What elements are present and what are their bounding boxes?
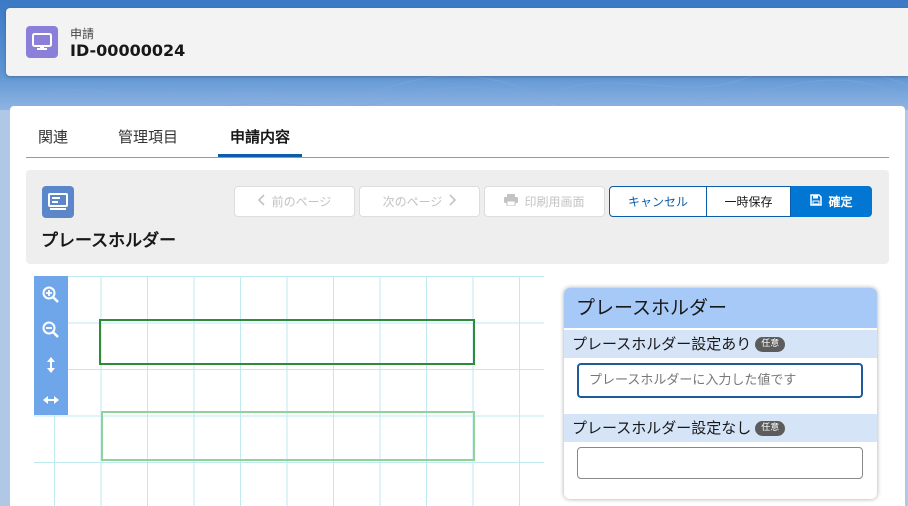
form-icon: [42, 186, 74, 218]
temporary-save-button[interactable]: 一時保存: [707, 186, 791, 217]
cancel-button[interactable]: キャンセル: [609, 186, 707, 217]
canvas-field-without-placeholder[interactable]: [101, 411, 475, 461]
zoom-toolbar: [34, 276, 68, 415]
monitor-icon: [26, 26, 58, 58]
chevron-left-icon: [257, 194, 266, 209]
canvas-field-with-placeholder[interactable]: [99, 319, 475, 365]
record-header: 申請 ID-00000024: [6, 8, 908, 76]
panel-title: プレースホルダー: [41, 231, 177, 251]
tab-application-content[interactable]: 申請内容: [218, 120, 303, 157]
zoom-out-icon[interactable]: [41, 319, 61, 341]
printer-icon: [504, 194, 519, 209]
confirm-button[interactable]: 確定: [791, 186, 872, 217]
print-view-button[interactable]: 印刷用画面: [484, 186, 605, 217]
tab-related[interactable]: 関連: [26, 120, 80, 157]
action-button-group: キャンセル 一時保存 確定: [609, 186, 872, 217]
optional-badge: 任意: [755, 420, 786, 436]
field-label-text: プレースホルダー設定なし: [572, 419, 752, 437]
prev-page-button[interactable]: 前のページ: [234, 186, 355, 217]
fit-width-icon[interactable]: [41, 389, 61, 411]
form-toolbar-panel: プレースホルダー 前のページ 次のページ 印刷用画面 キャンセル 一時保存 確定: [26, 170, 889, 264]
fit-height-icon[interactable]: [41, 354, 61, 376]
field-label-with-placeholder: プレースホルダー設定あり 任意: [564, 330, 877, 358]
save-icon: [810, 194, 823, 209]
prev-page-label: 前のページ: [271, 195, 332, 209]
designer-canvas[interactable]: [34, 276, 544, 506]
chevron-right-icon: [448, 194, 457, 209]
tab-management-items[interactable]: 管理項目: [106, 120, 190, 157]
next-page-button[interactable]: 次のページ: [359, 186, 480, 217]
optional-badge: 任意: [755, 336, 786, 352]
record-object-type: 申請: [70, 27, 95, 41]
field-label-text: プレースホルダー設定あり: [572, 335, 752, 353]
preview-panel: プレースホルダー プレースホルダー設定あり 任意 プレースホルダーに入力した値で…: [564, 288, 877, 499]
confirm-label: 確定: [828, 195, 853, 209]
record-name: ID-00000024: [70, 41, 186, 60]
next-page-label: 次のページ: [382, 195, 443, 209]
input-placeholder-text: プレースホルダーに入力した値です: [589, 373, 797, 388]
placeholder-text-input[interactable]: プレースホルダーに入力した値です: [577, 363, 863, 398]
field-label-without-placeholder: プレースホルダー設定なし 任意: [564, 414, 877, 442]
print-view-label: 印刷用画面: [524, 195, 585, 209]
preview-title: プレースホルダー: [564, 288, 877, 328]
main-card: 関連 管理項目 申請内容 プレースホルダー 前のページ 次のページ 印刷用画面 …: [10, 106, 905, 506]
zoom-in-icon[interactable]: [41, 284, 61, 306]
tab-bar: 関連 管理項目 申請内容: [26, 120, 889, 158]
plain-text-input[interactable]: [577, 447, 863, 479]
